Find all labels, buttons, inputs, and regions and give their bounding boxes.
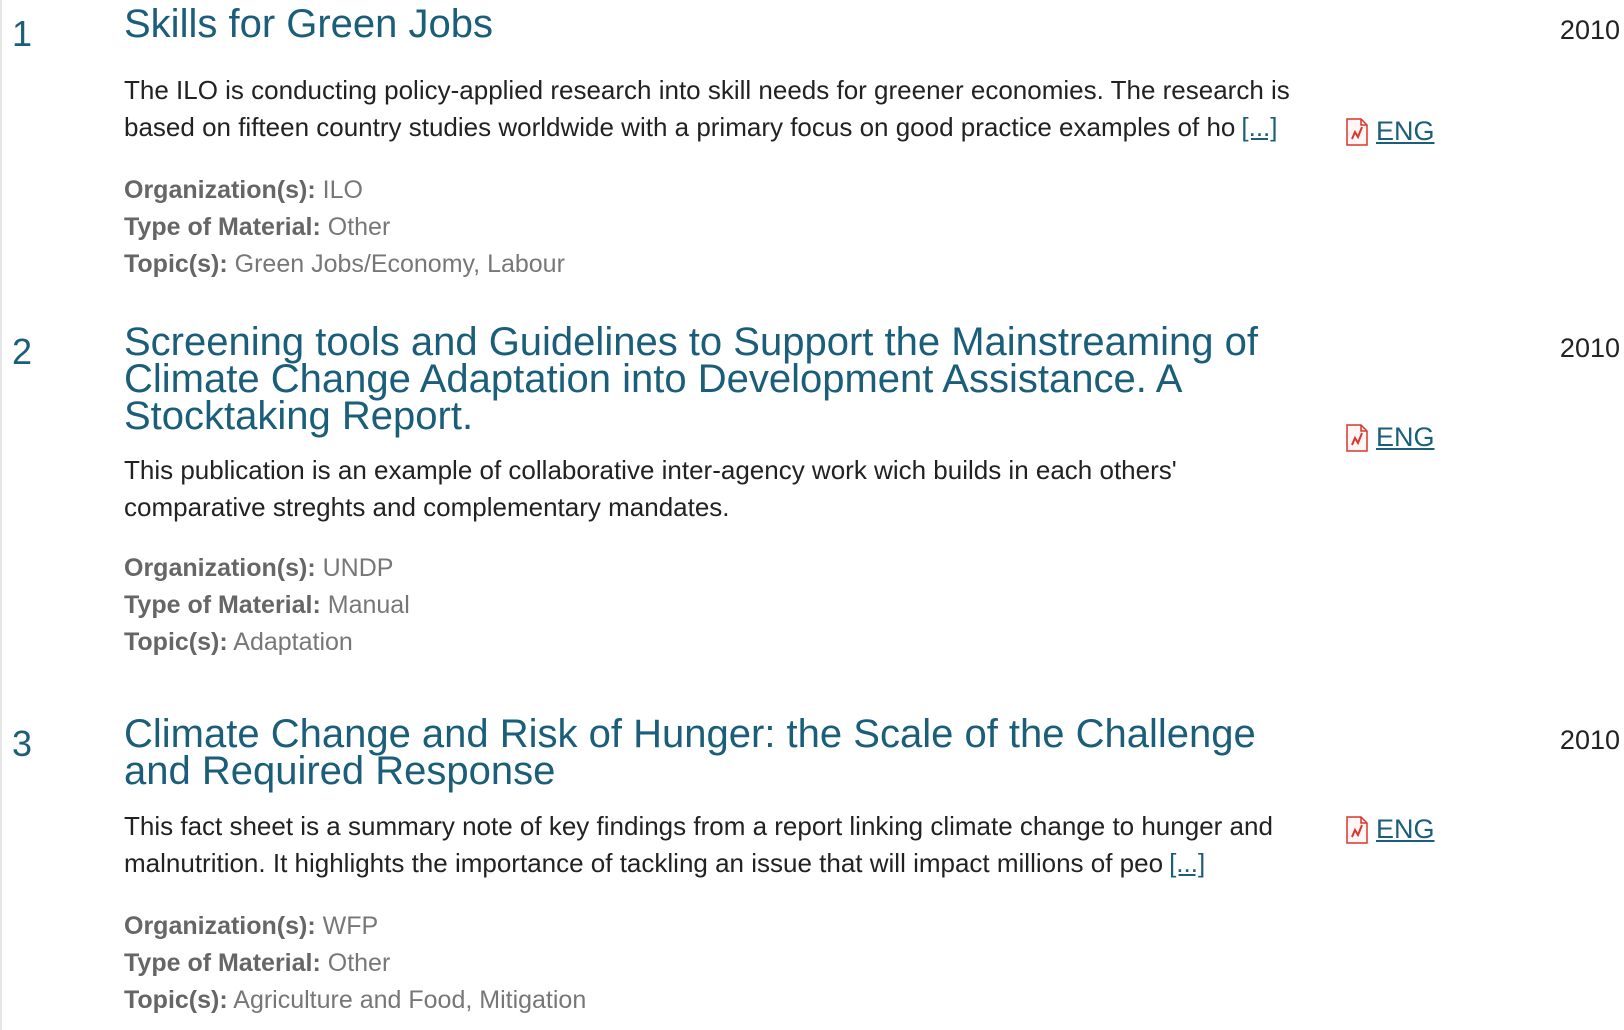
result-description: This publication is an example of collab… xyxy=(124,452,1324,526)
description-text: The ILO is conducting policy-applied res… xyxy=(124,75,1290,142)
result-description: This fact sheet is a summary note of key… xyxy=(124,808,1324,882)
result-number: 2 xyxy=(12,331,33,372)
download-pdf-eng-link[interactable]: ENG xyxy=(1346,814,1435,844)
download-language-label: ENG xyxy=(1376,422,1435,452)
topics-value: Green Jobs/Economy, Labour xyxy=(234,250,565,278)
result-year: 2010 xyxy=(1559,725,1620,755)
topics-label: Topic(s): xyxy=(124,628,228,656)
topics-row: Topic(s): Adaptation xyxy=(124,624,1124,661)
description-text: This fact sheet is a summary note of key… xyxy=(124,811,1273,878)
material-type-label: Type of Material: xyxy=(124,213,321,241)
material-type-value: Manual xyxy=(327,591,410,619)
organization-row: Organization(s): WFP xyxy=(124,908,1124,945)
left-border xyxy=(0,0,2,1030)
material-type-value: Other xyxy=(327,213,391,241)
result-year: 2010 xyxy=(1559,333,1620,363)
result-metadata: Organization(s): ILO Type of Material: O… xyxy=(124,172,1124,283)
result-number: 3 xyxy=(12,723,33,764)
read-more-link[interactable]: [...] xyxy=(1169,848,1205,878)
organization-value: WFP xyxy=(322,912,379,940)
material-type-row: Type of Material: Manual xyxy=(124,587,1124,624)
material-type-label: Type of Material: xyxy=(124,591,321,619)
pdf-file-icon xyxy=(1346,816,1368,844)
description-text: This publication is an example of collab… xyxy=(124,455,1177,522)
pdf-file-icon xyxy=(1346,118,1368,146)
read-more-link[interactable]: [...] xyxy=(1241,112,1277,142)
result-number: 1 xyxy=(12,13,33,54)
topics-label: Topic(s): xyxy=(124,250,228,278)
result-year: 2010 xyxy=(1559,15,1620,45)
material-type-label: Type of Material: xyxy=(124,949,321,977)
material-type-row: Type of Material: Other xyxy=(124,209,1124,246)
organization-label: Organization(s): xyxy=(124,554,316,582)
result-metadata: Organization(s): WFP Type of Material: O… xyxy=(124,908,1124,1019)
download-pdf-eng-link[interactable]: ENG xyxy=(1346,422,1435,452)
material-type-value: Other xyxy=(327,949,391,977)
result-description: The ILO is conducting policy-applied res… xyxy=(124,72,1324,146)
pdf-file-icon xyxy=(1346,424,1368,452)
result-metadata: Organization(s): UNDP Type of Material: … xyxy=(124,550,1124,661)
organization-label: Organization(s): xyxy=(124,176,316,204)
organization-row: Organization(s): ILO xyxy=(124,172,1124,209)
topics-value: Adaptation xyxy=(233,628,353,656)
download-language-label: ENG xyxy=(1376,116,1435,146)
result-title-link[interactable]: Skills for Green Jobs xyxy=(124,4,1274,44)
organization-row: Organization(s): UNDP xyxy=(124,550,1124,587)
organization-label: Organization(s): xyxy=(124,912,316,940)
topics-value: Agriculture and Food, Mitigation xyxy=(233,986,587,1014)
result-title-link[interactable]: Screening tools and Guidelines to Suppor… xyxy=(124,322,1274,436)
download-pdf-eng-link[interactable]: ENG xyxy=(1346,116,1435,146)
result-title-link[interactable]: Climate Change and Risk of Hunger: the S… xyxy=(124,714,1274,791)
topics-row: Topic(s): Agriculture and Food, Mitigati… xyxy=(124,982,1124,1019)
topics-row: Topic(s): Green Jobs/Economy, Labour xyxy=(124,246,1124,283)
download-language-label: ENG xyxy=(1376,814,1435,844)
topics-label: Topic(s): xyxy=(124,986,228,1014)
organization-value: ILO xyxy=(322,176,363,204)
organization-value: UNDP xyxy=(322,554,394,582)
material-type-row: Type of Material: Other xyxy=(124,945,1124,982)
